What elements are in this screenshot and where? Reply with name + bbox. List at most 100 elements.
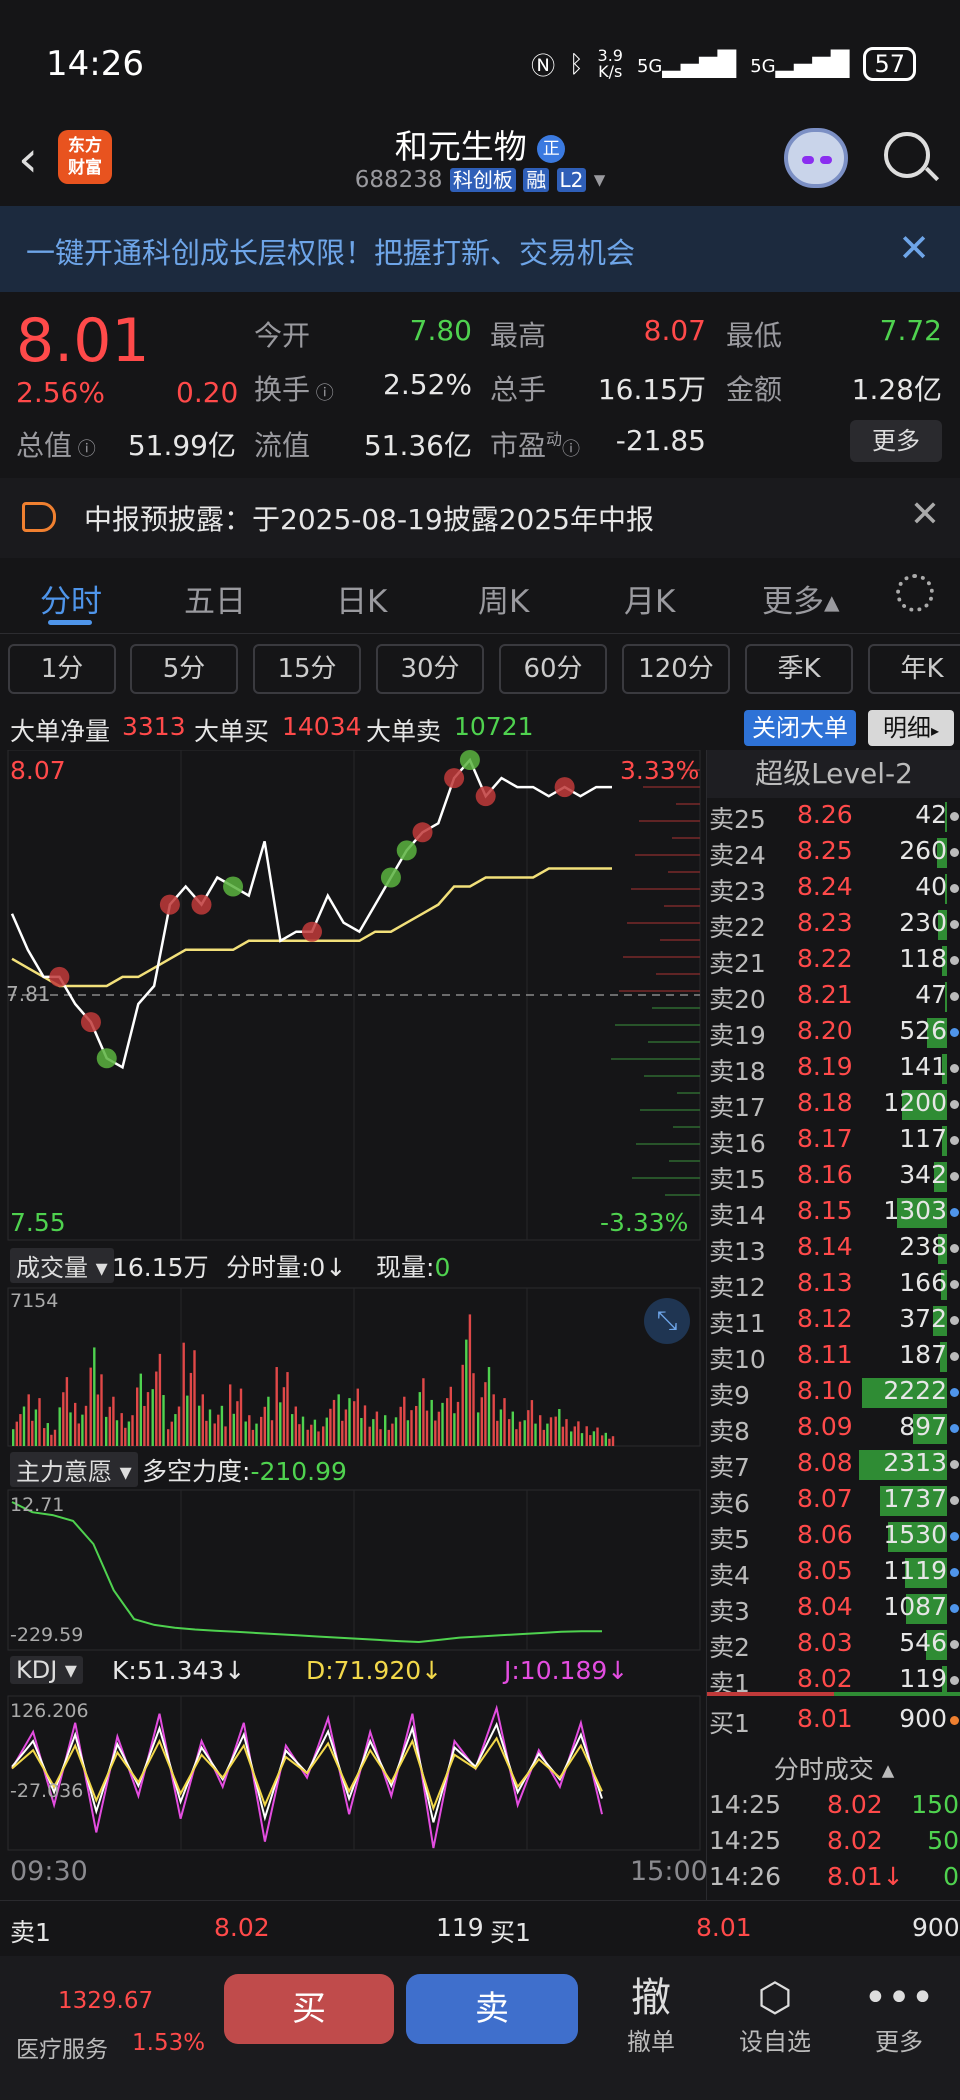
chart-svg[interactable]: [0, 750, 706, 1900]
big-order-dot: [159, 894, 180, 915]
ask-row[interactable]: 卖6 8.07 1737: [707, 1484, 960, 1520]
period-60min[interactable]: 60分: [499, 644, 607, 694]
ask-row[interactable]: 卖24 8.25 260: [707, 836, 960, 872]
index-percent[interactable]: 1.53%: [132, 2030, 205, 2056]
volume-bar: [332, 1399, 336, 1446]
tab-intraday[interactable]: 分时: [40, 576, 102, 621]
detail-button[interactable]: 明细▸: [868, 710, 954, 746]
ask-row[interactable]: 卖17 8.18 1200: [707, 1088, 960, 1124]
notice-bar[interactable]: 中报预披露：于2025-08-19披露2025年中报 ✕: [0, 478, 960, 558]
volume-bar: [496, 1420, 499, 1446]
robot-assistant-icon[interactable]: [784, 128, 848, 188]
tab-weekly-k[interactable]: 周K: [478, 576, 529, 621]
ask-volume: 42: [915, 800, 947, 829]
price-top-label: 8.07: [10, 756, 66, 785]
period-year[interactable]: 年K: [868, 644, 960, 694]
ask-price: 8.07: [797, 1484, 853, 1513]
volume-bar: [198, 1405, 201, 1446]
ask-volume: 342: [899, 1160, 947, 1189]
ask-row[interactable]: 卖18 8.19 141: [707, 1052, 960, 1088]
cancel-icon: 撤: [631, 1975, 671, 2021]
ask-price: 8.10: [797, 1376, 853, 1405]
kdj-j: J:10.189↓: [504, 1656, 629, 1685]
volume-bar: [589, 1435, 592, 1446]
ask-row[interactable]: 卖4 8.05 1119: [707, 1556, 960, 1592]
ask-price: 8.09: [797, 1412, 853, 1441]
period-120min[interactable]: 120分: [622, 644, 730, 694]
ask-row[interactable]: 卖7 8.08 2313: [707, 1448, 960, 1484]
volume-bar: [260, 1416, 263, 1446]
ask-row[interactable]: 卖21 8.22 118: [707, 944, 960, 980]
big-buy-value: 14034: [282, 712, 362, 741]
ask-row[interactable]: 卖10 8.11 187: [707, 1340, 960, 1376]
ask-row[interactable]: 卖20 8.21 47: [707, 980, 960, 1016]
more-menu-button[interactable]: ••• 更多: [844, 1974, 954, 2057]
ask-row[interactable]: 卖15 8.16 342: [707, 1160, 960, 1196]
kdj-selector[interactable]: KDJ ▾: [10, 1656, 83, 1684]
promo-text[interactable]: 一键开通科创成长层权限！把握打新、交易机会: [26, 230, 635, 272]
period-5min[interactable]: 5分: [130, 644, 238, 694]
volume-bar: [201, 1394, 204, 1446]
ask-row[interactable]: 卖23 8.24 40: [707, 872, 960, 908]
ask-name: 卖2: [709, 1633, 750, 1662]
promo-banner[interactable]: 一键开通科创成长层权限！把握打新、交易机会 ✕: [0, 206, 960, 292]
trade-volume: 150: [911, 1790, 959, 1819]
tab-daily-k[interactable]: 日K: [336, 576, 387, 621]
time-start: 09:30: [10, 1856, 88, 1887]
ask-row[interactable]: 卖25 8.26 42: [707, 800, 960, 836]
close-big-order-button[interactable]: 关闭大单: [744, 710, 856, 746]
volume-bar: [604, 1432, 607, 1446]
volume-bar: [294, 1406, 297, 1446]
add-watchlist-button[interactable]: ⬡ 设自选: [720, 1974, 830, 2057]
index-name[interactable]: 医疗服务: [16, 2030, 108, 2064]
strip-bid-vol: 900: [912, 1913, 960, 1942]
ask-dot-icon: [950, 1388, 959, 1397]
ask-price: 8.16: [797, 1160, 853, 1189]
notice-text[interactable]: 中报预披露：于2025-08-19披露2025年中报: [84, 498, 654, 538]
ask-row[interactable]: 卖8 8.09 897: [707, 1412, 960, 1448]
sell-button[interactable]: 卖: [406, 1974, 578, 2044]
order-book[interactable]: 超级Level-2 卖25 8.26 42 卖24 8.25 260 卖23 8.24 40 卖2…: [706, 750, 960, 1900]
volume-bar: [27, 1394, 30, 1446]
ask-row[interactable]: 卖11 8.12 372: [707, 1304, 960, 1340]
ask-price: 8.14: [797, 1232, 853, 1261]
period-15min[interactable]: 15分: [253, 644, 361, 694]
ask-row[interactable]: 卖22 8.23 230: [707, 908, 960, 944]
gear-icon[interactable]: [896, 574, 934, 612]
ask-volume: 40: [915, 872, 947, 901]
ask-row[interactable]: 卖12 8.13 166: [707, 1268, 960, 1304]
expand-icon[interactable]: ⤡: [644, 1298, 690, 1344]
volume-selector[interactable]: 成交量 ▾: [10, 1248, 114, 1283]
indicator-selector[interactable]: 主力意愿 ▾: [10, 1452, 138, 1487]
ask-row[interactable]: 卖14 8.15 1303: [707, 1196, 960, 1232]
period-30min[interactable]: 30分: [376, 644, 484, 694]
bid1-row[interactable]: 买1 8.01 900: [707, 1704, 960, 1740]
period-1min[interactable]: 1分: [8, 644, 116, 694]
index-value[interactable]: 1329.67: [58, 1988, 153, 2014]
ask-price: 8.20: [797, 1016, 853, 1045]
cancel-order-button[interactable]: 撤 撤单: [596, 1974, 706, 2057]
tab-more[interactable]: 更多▴: [762, 576, 840, 621]
volume-max: 7154: [10, 1290, 59, 1312]
close-icon[interactable]: ✕: [898, 226, 930, 270]
ask-row[interactable]: 卖19 8.20 526: [707, 1016, 960, 1052]
level2-title[interactable]: 超级Level-2: [707, 750, 960, 798]
volume-bar: [577, 1421, 580, 1446]
period-quarter[interactable]: 季K: [745, 644, 853, 694]
more-quote-button[interactable]: 更多: [850, 420, 942, 462]
close-icon[interactable]: ✕: [910, 494, 940, 535]
ask-row[interactable]: 卖16 8.17 117: [707, 1124, 960, 1160]
ask-row[interactable]: 卖13 8.14 238: [707, 1232, 960, 1268]
ask-row[interactable]: 卖9 8.10 2222: [707, 1376, 960, 1412]
search-icon[interactable]: [884, 132, 930, 178]
chart-area[interactable]: 8.07 3.33% 7.81 7.55 -3.33% 成交量 ▾ 16.15万…: [0, 750, 708, 1900]
tab-five-day[interactable]: 五日: [184, 576, 246, 621]
buy-button[interactable]: 买: [224, 1974, 394, 2044]
ask-price: 8.17: [797, 1124, 853, 1153]
trades-title[interactable]: 分时成交 ▴: [707, 1750, 960, 1786]
ask-row[interactable]: 卖2 8.03 546: [707, 1628, 960, 1664]
volume-bar: [542, 1429, 545, 1446]
tab-monthly-k[interactable]: 月K: [624, 576, 675, 621]
ask-row[interactable]: 卖3 8.04 1087: [707, 1592, 960, 1628]
ask-row[interactable]: 卖5 8.06 1530: [707, 1520, 960, 1556]
